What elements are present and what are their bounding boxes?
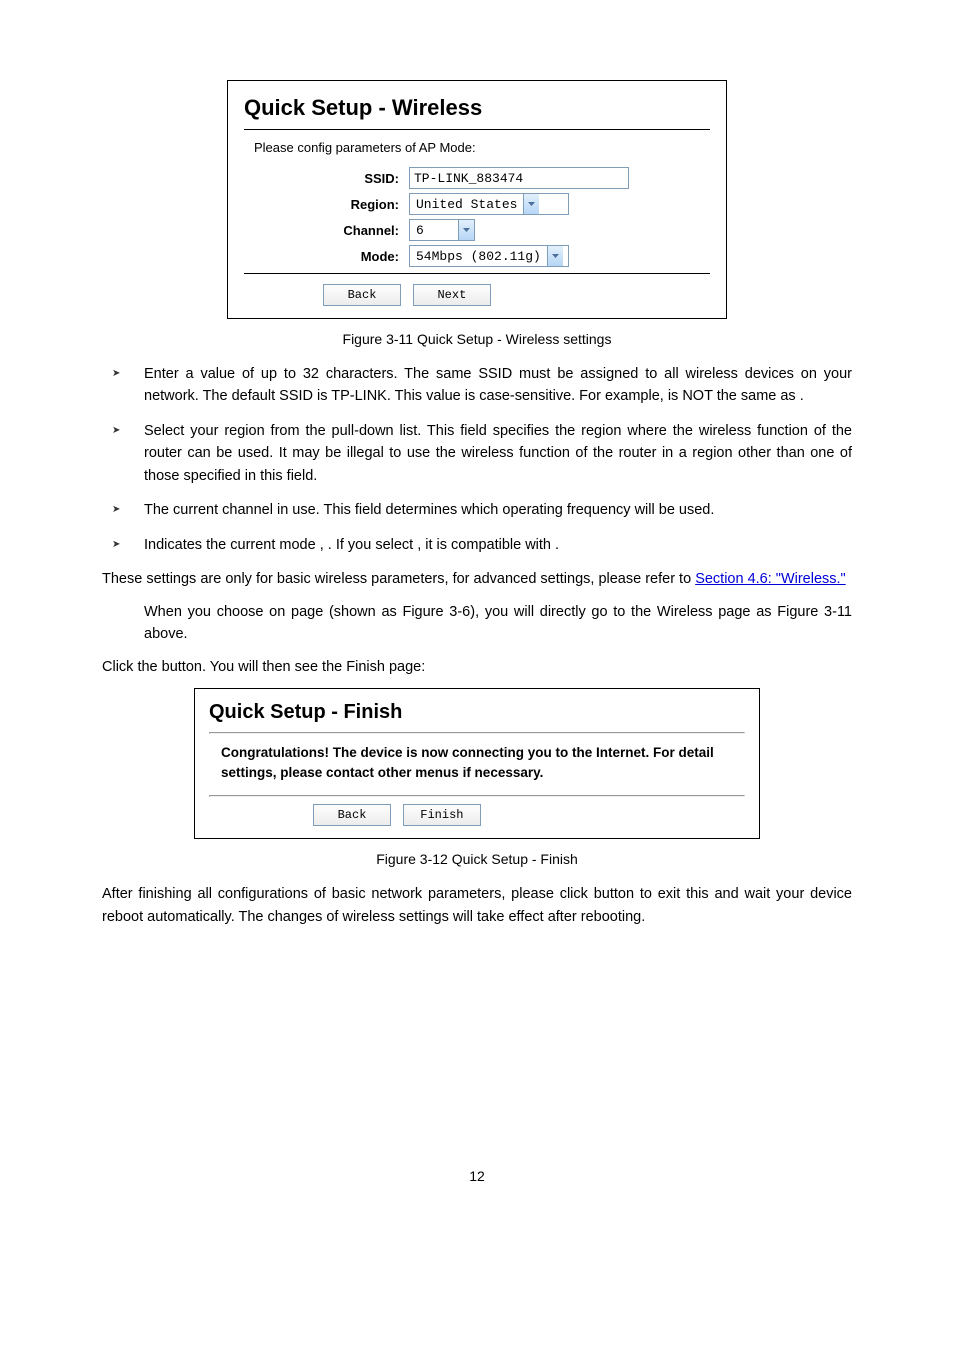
channel-row: Channel: 6 xyxy=(244,219,710,241)
wireless-button-row: Back Next xyxy=(244,284,710,306)
page-number: 12 xyxy=(102,1168,852,1184)
settings-text: These settings are only for basic wirele… xyxy=(102,571,695,587)
wireless-panel-title: Quick Setup - Wireless xyxy=(244,95,710,121)
click-next-paragraph: Click the button. You will then see the … xyxy=(102,656,852,678)
list-item: ➤ The current channel in use. This field… xyxy=(102,499,852,521)
list-item-text: Enter a value of up to 32 characters. Th… xyxy=(144,363,852,408)
finish-button-row: Back Finish xyxy=(209,804,745,826)
mode-value: 54Mbps (802.11g) xyxy=(410,246,547,266)
finish-message: Congratulations! The device is now conne… xyxy=(209,741,745,788)
region-select[interactable]: United States xyxy=(409,193,569,215)
finish-panel-title: Quick Setup - Finish xyxy=(209,701,745,724)
wireless-instruction: Please config parameters of AP Mode: xyxy=(244,140,710,163)
bullet-icon: ➤ xyxy=(102,363,144,408)
region-label: Region: xyxy=(244,197,409,212)
back-button[interactable]: Back xyxy=(313,804,391,826)
finish-button[interactable]: Finish xyxy=(403,804,481,826)
bullet-icon: ➤ xyxy=(102,420,144,487)
finish-setup-panel: Quick Setup - Finish Congratulations! Th… xyxy=(194,688,760,839)
mode-row: Mode: 54Mbps (802.11g) xyxy=(244,245,710,267)
region-value: United States xyxy=(410,194,523,214)
ssid-row: SSID: xyxy=(244,167,710,189)
bullet-icon: ➤ xyxy=(102,534,144,556)
chevron-down-icon xyxy=(458,220,474,240)
figure-caption-wireless: Figure 3-11 Quick Setup - Wireless setti… xyxy=(102,331,852,347)
region-row: Region: United States xyxy=(244,193,710,215)
divider xyxy=(209,795,745,797)
wireless-setup-panel: Quick Setup - Wireless Please config par… xyxy=(227,80,727,319)
settings-paragraph: These settings are only for basic wirele… xyxy=(102,568,852,590)
description-list: ➤ Enter a value of up to 32 characters. … xyxy=(102,363,852,556)
list-item: ➤ Indicates the current mode , . If you … xyxy=(102,534,852,556)
divider xyxy=(244,129,710,130)
ssid-input[interactable] xyxy=(409,167,629,189)
divider xyxy=(244,273,710,274)
list-item-text: Select your region from the pull-down li… xyxy=(144,420,852,487)
next-button[interactable]: Next xyxy=(413,284,491,306)
section-link[interactable]: Section 4.6: "Wireless." xyxy=(695,571,846,587)
chevron-down-icon xyxy=(523,194,539,214)
channel-select[interactable]: 6 xyxy=(409,219,475,241)
bullet-icon: ➤ xyxy=(102,499,144,521)
list-item: ➤ Enter a value of up to 32 characters. … xyxy=(102,363,852,408)
figure-caption-finish: Figure 3-12 Quick Setup - Finish xyxy=(102,851,852,867)
list-item-text: The current channel in use. This field d… xyxy=(144,499,852,521)
list-item-text: Indicates the current mode , . If you se… xyxy=(144,534,852,556)
mode-label: Mode: xyxy=(244,249,409,264)
document-page: Quick Setup - Wireless Please config par… xyxy=(0,0,954,1224)
channel-value: 6 xyxy=(410,220,458,240)
ssid-label: SSID: xyxy=(244,171,409,186)
after-paragraph: After finishing all configurations of ba… xyxy=(102,883,852,928)
chevron-down-icon xyxy=(547,246,563,266)
choose-paragraph: When you choose on page (shown as Figure… xyxy=(102,601,852,646)
channel-label: Channel: xyxy=(244,223,409,238)
list-item: ➤ Select your region from the pull-down … xyxy=(102,420,852,487)
mode-select[interactable]: 54Mbps (802.11g) xyxy=(409,245,569,267)
back-button[interactable]: Back xyxy=(323,284,401,306)
divider xyxy=(209,732,745,734)
